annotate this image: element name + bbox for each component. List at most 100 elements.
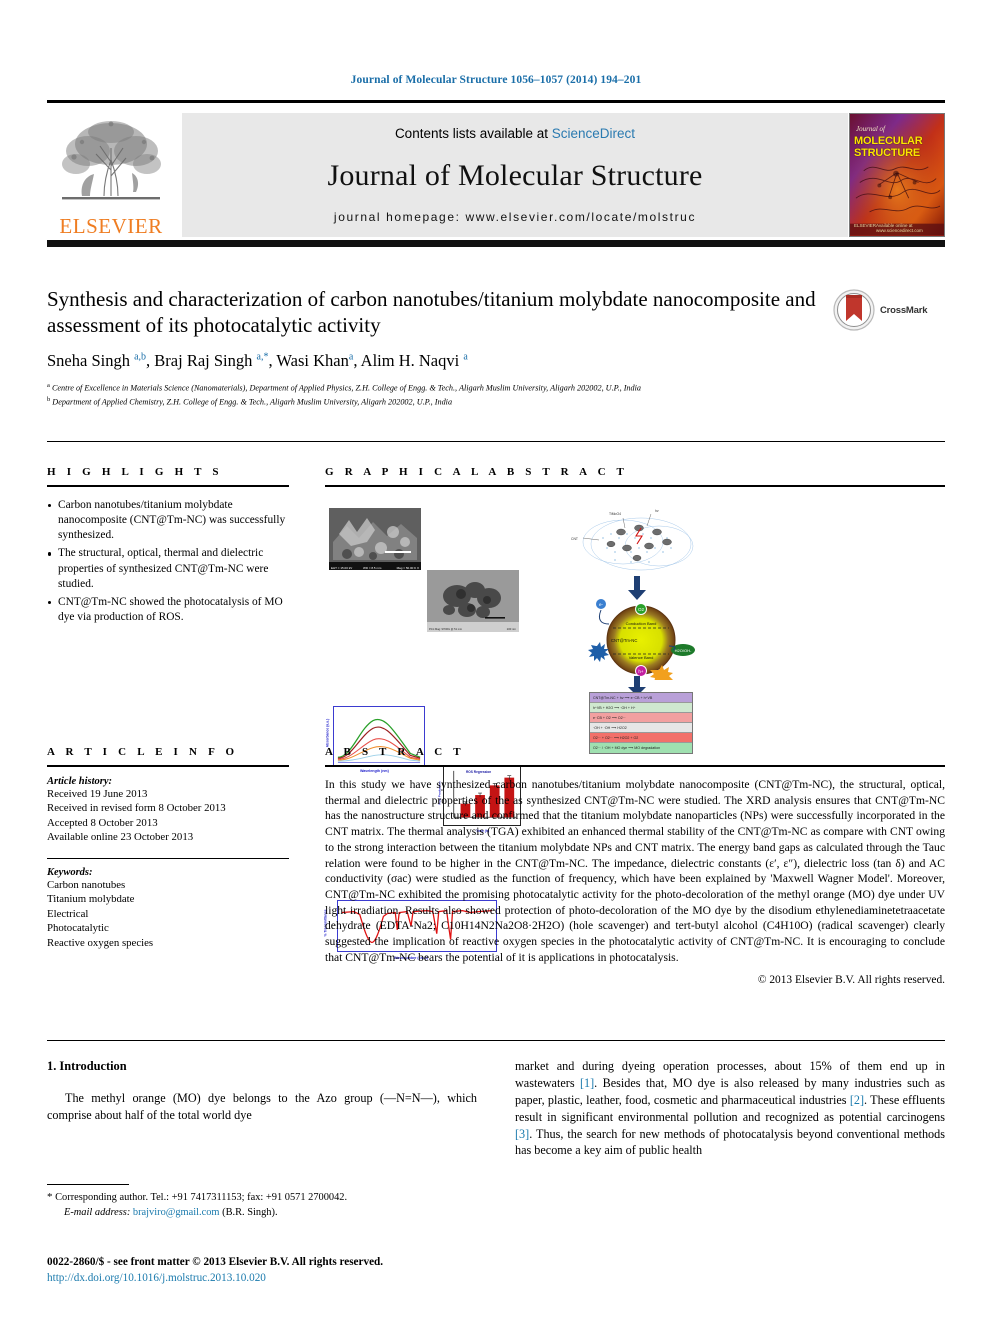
- abstract-copyright: © 2013 Elsevier B.V. All rights reserved…: [757, 974, 945, 987]
- highlights-list: Carbon nanotubes/titanium molybdate nano…: [47, 498, 289, 625]
- journal-homepage-link[interactable]: journal homepage: www.elsevier.com/locat…: [334, 210, 696, 224]
- elsevier-wordmark: ELSEVIER: [59, 214, 163, 238]
- history-accepted: Accepted 8 October 2013: [47, 816, 158, 829]
- paper-page: Journal of Molecular Structure 1056–1057…: [0, 0, 992, 1323]
- sciencedirect-link[interactable]: ScienceDirect: [552, 126, 635, 141]
- article-info-heading: A R T I C L E I N F O: [47, 746, 239, 758]
- table-row: CNT@Tm-NC + hv ⟶ e⁻CB + h⁺VB: [590, 693, 692, 703]
- arrow-down-icon: [625, 576, 649, 600]
- svg-text:TiMoO4: TiMoO4: [609, 512, 621, 516]
- running-head: Journal of Molecular Structure 1056–1057…: [350, 74, 642, 86]
- affiliation-b: b Department of Applied Chemistry, Z.H. …: [47, 395, 453, 407]
- masthead-bottom-rule: [47, 240, 945, 247]
- email-link[interactable]: brajviro@gmail.com: [133, 1207, 220, 1218]
- cover-title: MOLECULAR STRUCTURE: [854, 135, 942, 160]
- masthead-center: Contents lists available at ScienceDirec…: [182, 113, 848, 237]
- issn-footer: 0022-2860/$ - see front matter © 2013 El…: [47, 1255, 567, 1287]
- article-history-label: Article history:: [47, 776, 113, 787]
- abstract-section: A B S T R A C T In this study we have sy…: [325, 746, 945, 986]
- intro-paragraph-left: The methyl orange (MO) dye belongs to th…: [47, 1091, 477, 1123]
- corresponding-line: * Corresponding author. Tel.: +91 741731…: [47, 1190, 477, 1206]
- email-label: E-mail address:: [64, 1206, 131, 1218]
- graphical-abstract-rule: [325, 485, 945, 487]
- cover-journal-of-label: Journal of: [856, 125, 885, 133]
- svg-text:hv: hv: [655, 509, 659, 513]
- graphical-abstract-figure: EHT = 15.00 kV WD = 8.5 mm Mag = 50.00 K…: [323, 500, 939, 960]
- sem-caption-left: EHT = 15.00 kV: [331, 565, 353, 570]
- list-item: The structural, optical, thermal and die…: [47, 546, 289, 591]
- abstract-rule: [325, 765, 945, 767]
- affiliations: a Centre of Excellence in Materials Scie…: [47, 381, 945, 408]
- svg-text:h+: h+: [638, 669, 644, 674]
- contents-available-line: Contents lists available at ScienceDirec…: [395, 126, 635, 141]
- issn-line: 0022-2860/$ - see front matter © 2013 El…: [47, 1256, 384, 1268]
- asterisk-icon: *: [47, 1191, 53, 1203]
- history-revised: Received in revised form 8 October 2013: [47, 802, 226, 815]
- article-info-section: A R T I C L E I N F O Article history: R…: [47, 746, 289, 950]
- email-line: E-mail address: brajviro@gmail.com (B.R.…: [47, 1206, 477, 1221]
- svg-text:e-: e-: [599, 602, 604, 607]
- keyword-item: Reactive oxygen species: [47, 936, 154, 949]
- body-column-left: 1. Introduction The methyl orange (MO) d…: [47, 1058, 477, 1124]
- reaction-scheme-table: CNT@Tm-NC + hv ⟶ e⁻CB + h⁺VB h⁺VB + H2O …: [589, 692, 693, 754]
- journal-cover-thumbnail: Journal of MOLECULAR STRUCTURE ELSEVIER …: [849, 113, 945, 237]
- page-title: Synthesis and characterization of carbon…: [47, 287, 816, 338]
- tem-caption-right: 100 nm: [506, 627, 516, 631]
- history-received: Received 19 June 2013: [47, 788, 148, 800]
- affiliation-a: a Centre of Excellence in Materials Scie…: [47, 381, 641, 393]
- keywords-rule: [47, 857, 289, 859]
- tem-caption-left: Print Mag: 97000x @ 51 mm: [429, 628, 463, 631]
- keyword-item: Carbon nanotubes: [47, 878, 126, 891]
- sem-caption-right: Mag = 50.00 K X: [396, 565, 419, 570]
- svg-text:O2: O2: [638, 607, 645, 612]
- keyword-item: Electrical: [47, 907, 89, 920]
- doi-link[interactable]: http://dx.doi.org/10.1016/j.molstruc.201…: [47, 1271, 567, 1287]
- table-row: h⁺VB + H2O ⟶ ·OH + H⁺: [590, 703, 692, 713]
- abstract-heading: A B S T R A C T: [325, 746, 465, 758]
- history-online: Available online 23 October 2013: [47, 831, 194, 844]
- graphical-abstract-section: G R A P H I C A L A B S T R A C T EHT = …: [323, 466, 945, 960]
- svg-text:H2O/OH-: H2O/OH-: [675, 648, 692, 653]
- crossmark-badge[interactable]: CrossMark: [833, 288, 943, 332]
- affiliation-a-text: Centre of Excellence in Materials Scienc…: [51, 383, 641, 393]
- citation-ref-2[interactable]: [2]: [850, 1093, 864, 1107]
- intro-text-4: . Thus, the search for new methods of ph…: [515, 1126, 945, 1158]
- article-history: Article history: Received 19 June 2013 R…: [47, 776, 289, 845]
- keyword-item: Photocatalytic: [47, 922, 109, 935]
- footnote-rule: [47, 1184, 129, 1185]
- article-info-rule: [47, 765, 289, 767]
- cover-publisher: ELSEVIER: [854, 223, 877, 228]
- body-column-right: market and during dyeing operation proce…: [515, 1058, 945, 1159]
- citation-ref-3[interactable]: [3]: [515, 1127, 529, 1141]
- highlights-heading: H I G H L I G H T S: [47, 466, 223, 478]
- body-top-rule: [47, 1040, 945, 1041]
- keywords-block: Keywords: Carbon nanotubes Titanium moly…: [47, 867, 289, 950]
- intro-paragraph-right: market and during dyeing operation proce…: [515, 1058, 945, 1159]
- email-owner: (B.R. Singh).: [222, 1206, 278, 1218]
- cover-footer: ELSEVIER Available online at www.science…: [854, 223, 941, 233]
- graphical-abstract-heading: G R A P H I C A L A B S T R A C T: [325, 466, 629, 478]
- title-block: Synthesis and characterization of carbon…: [47, 286, 945, 408]
- corresponding-author-note: * Corresponding author. Tel.: +91 741731…: [47, 1190, 477, 1220]
- section-heading-introduction: 1. Introduction: [47, 1059, 127, 1073]
- highlights-section: H I G H L I G H T S Carbon nanotubes/tit…: [47, 466, 289, 628]
- crossmark-label: CrossMark: [880, 304, 928, 316]
- table-row: O2·⁻ + O2·⁻ ⟶ H2O2 + O2: [590, 733, 692, 743]
- cover-title-line2: STRUCTURE: [854, 146, 921, 159]
- journal-title: Journal of Molecular Structure: [327, 158, 703, 192]
- table-row: e⁻CB + O2 ⟶ O2·⁻: [590, 713, 692, 723]
- core-shell-schematic: Conduction Band Valence Band CNT@Tm-NC O…: [587, 598, 695, 680]
- contents-prefix: Contents lists available at: [394, 126, 552, 141]
- keywords-label: Keywords:: [47, 866, 93, 878]
- citation-ref-1[interactable]: [1]: [580, 1076, 594, 1090]
- uvvis-ylabel: Absorbance (a.u.): [325, 718, 330, 748]
- abstract-text: In this study we have synthesized carbon…: [325, 778, 945, 964]
- sem-caption-mid: WD = 8.5 mm: [363, 565, 382, 570]
- tem-micrograph: Print Mag: 97000x @ 51 mm 100 nm: [427, 570, 519, 632]
- svg-text:CNT@Tm-NC: CNT@Tm-NC: [611, 638, 637, 643]
- title-bottom-rule: [47, 441, 945, 442]
- svg-text:Valence Band: Valence Band: [629, 655, 654, 660]
- list-item: Carbon nanotubes/titanium molybdate nano…: [47, 498, 289, 543]
- corresponding-text: Corresponding author. Tel.: +91 74173111…: [55, 1192, 348, 1203]
- keyword-item: Titanium molybdate: [47, 893, 135, 906]
